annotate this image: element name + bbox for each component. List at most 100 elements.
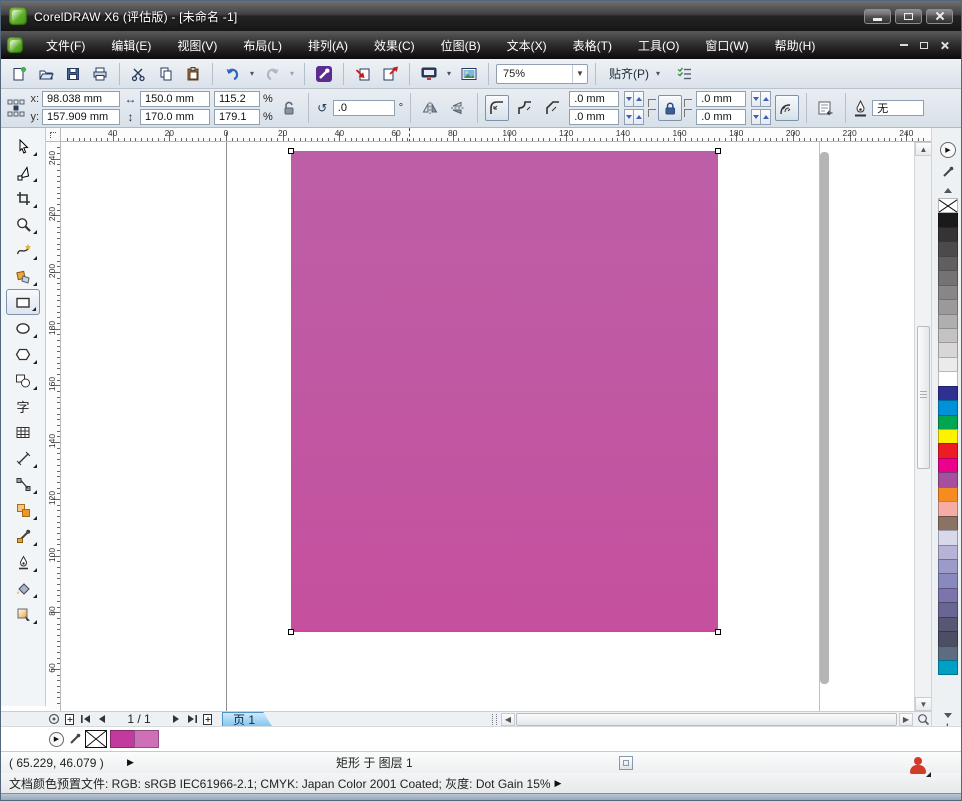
- last-page-button[interactable]: [184, 713, 200, 726]
- doc-close-icon[interactable]: [940, 41, 949, 50]
- add-page-after-button[interactable]: [200, 713, 216, 726]
- scroll-left-button[interactable]: ◀: [501, 713, 515, 726]
- palette-scroll-up-button[interactable]: [938, 185, 958, 195]
- undo-button[interactable]: [220, 62, 244, 86]
- selection-handle-top-right[interactable]: [715, 148, 721, 154]
- menu-item-effects[interactable]: 效果(C): [361, 31, 428, 59]
- options-button[interactable]: [672, 62, 696, 86]
- menu-item-table[interactable]: 表格(T): [560, 31, 625, 59]
- round-corner-button[interactable]: [485, 95, 509, 121]
- outline-width-select[interactable]: 无: [872, 100, 924, 116]
- vertical-scrollbar-thumb[interactable]: [917, 326, 930, 469]
- scalloped-corner-button[interactable]: [513, 95, 537, 121]
- search-content-button[interactable]: [312, 62, 336, 86]
- color-swatch[interactable]: [938, 227, 958, 242]
- color-swatch[interactable]: [938, 458, 958, 473]
- mirror-horizontal-button[interactable]: [418, 95, 442, 121]
- color-swatch[interactable]: [938, 559, 958, 574]
- spinner-down[interactable]: [751, 91, 761, 107]
- zoom-level-combobox[interactable]: 75% ▼: [496, 64, 588, 84]
- color-swatch[interactable]: [938, 660, 958, 675]
- color-swatch[interactable]: [938, 617, 958, 632]
- color-swatch[interactable]: [938, 415, 958, 430]
- document-menu-icon[interactable]: [7, 37, 23, 53]
- ruler-origin-corner[interactable]: [46, 128, 61, 142]
- window-resize-grip[interactable]: [935, 777, 957, 791]
- minimize-button[interactable]: [864, 9, 891, 24]
- import-button[interactable]: [351, 62, 375, 86]
- color-swatch[interactable]: [938, 631, 958, 646]
- copy-button[interactable]: [154, 62, 178, 86]
- spinner-down[interactable]: [624, 109, 634, 125]
- no-color-swatch[interactable]: [938, 198, 958, 213]
- spinner-up[interactable]: [634, 109, 644, 125]
- corner-radius-top-left-input[interactable]: .0 mm: [569, 91, 619, 107]
- chamfered-corner-button[interactable]: [541, 95, 565, 121]
- spinner-up[interactable]: [761, 91, 771, 107]
- doc-restore-icon[interactable]: [920, 42, 928, 49]
- horizontal-scrollbar-thumb[interactable]: [516, 713, 897, 726]
- wrap-paragraph-text-button[interactable]: [814, 95, 838, 121]
- selection-handle-bottom-left[interactable]: [288, 629, 294, 635]
- spinner-up[interactable]: [761, 109, 771, 125]
- palette-play-button[interactable]: ▶: [940, 142, 956, 158]
- menu-item-layout[interactable]: 布局(L): [230, 31, 295, 59]
- profile-flyout-icon[interactable]: ▶: [555, 778, 562, 789]
- blend-tool[interactable]: [6, 497, 40, 523]
- spinner-down[interactable]: [751, 109, 761, 125]
- menu-item-bitmaps[interactable]: 位图(B): [428, 31, 494, 59]
- menu-item-edit[interactable]: 编辑(E): [98, 31, 164, 59]
- menu-item-tools[interactable]: 工具(O): [625, 31, 692, 59]
- object-properties-icon[interactable]: [619, 756, 633, 770]
- view-navigator-icon[interactable]: [46, 713, 62, 726]
- straight-line-connector-tool[interactable]: [6, 471, 40, 497]
- color-swatch[interactable]: [938, 342, 958, 357]
- membership-account-icon[interactable]: [909, 757, 927, 777]
- color-swatch[interactable]: [938, 371, 958, 386]
- color-swatch[interactable]: [938, 299, 958, 314]
- color-swatch[interactable]: [938, 573, 958, 588]
- object-height-input[interactable]: 170.0 mm: [140, 109, 210, 125]
- color-swatch[interactable]: [938, 256, 958, 271]
- color-swatch[interactable]: [938, 646, 958, 661]
- page-tab[interactable]: 页 1: [222, 712, 272, 727]
- snap-to-dropdown[interactable]: 贴齐(P) ▾: [603, 63, 669, 84]
- welcome-screen-button[interactable]: [457, 62, 481, 86]
- spinner-down[interactable]: [624, 91, 634, 107]
- crop-tool[interactable]: [6, 185, 40, 211]
- undo-dropdown[interactable]: ▾: [247, 69, 257, 78]
- maximize-button[interactable]: [895, 9, 922, 24]
- menu-item-text[interactable]: 文本(X): [494, 31, 560, 59]
- color-swatch[interactable]: [938, 270, 958, 285]
- color-swatch[interactable]: [938, 545, 958, 560]
- scale-vertical-input[interactable]: 179.1: [214, 109, 260, 125]
- color-swatch[interactable]: [938, 212, 958, 227]
- menu-item-view[interactable]: 视图(V): [164, 31, 230, 59]
- mirror-vertical-button[interactable]: [446, 95, 470, 121]
- horizontal-scrollbar[interactable]: ◀ ▶: [501, 713, 913, 726]
- paste-button[interactable]: [181, 62, 205, 86]
- color-swatch[interactable]: [938, 487, 958, 502]
- corner-radius-bottom-right-input[interactable]: .0 mm: [696, 109, 746, 125]
- table-tool[interactable]: [6, 419, 40, 445]
- zoom-tool[interactable]: [6, 211, 40, 237]
- color-swatch[interactable]: [938, 443, 958, 458]
- redo-dropdown[interactable]: ▾: [287, 69, 297, 78]
- drawing-canvas[interactable]: [61, 142, 914, 711]
- open-button[interactable]: [34, 62, 58, 86]
- color-swatch[interactable]: [938, 530, 958, 545]
- interactive-fill-tool[interactable]: [6, 601, 40, 627]
- color-swatch[interactable]: [938, 472, 958, 487]
- color-swatch[interactable]: [938, 241, 958, 256]
- palette-scroll-down-button[interactable]: [938, 710, 958, 720]
- text-tool[interactable]: 字: [6, 393, 40, 419]
- new-document-button[interactable]: [7, 62, 31, 86]
- polygon-tool[interactable]: [6, 341, 40, 367]
- selection-handle-top-left[interactable]: [288, 148, 294, 154]
- freehand-tool[interactable]: [6, 237, 40, 263]
- color-swatch[interactable]: [938, 602, 958, 617]
- outline-pen-tool[interactable]: [6, 549, 40, 575]
- x-position-input[interactable]: 98.038 mm: [42, 91, 120, 107]
- menu-item-window[interactable]: 窗口(W): [692, 31, 761, 59]
- zoom-dropdown-arrow-icon[interactable]: ▼: [572, 65, 587, 83]
